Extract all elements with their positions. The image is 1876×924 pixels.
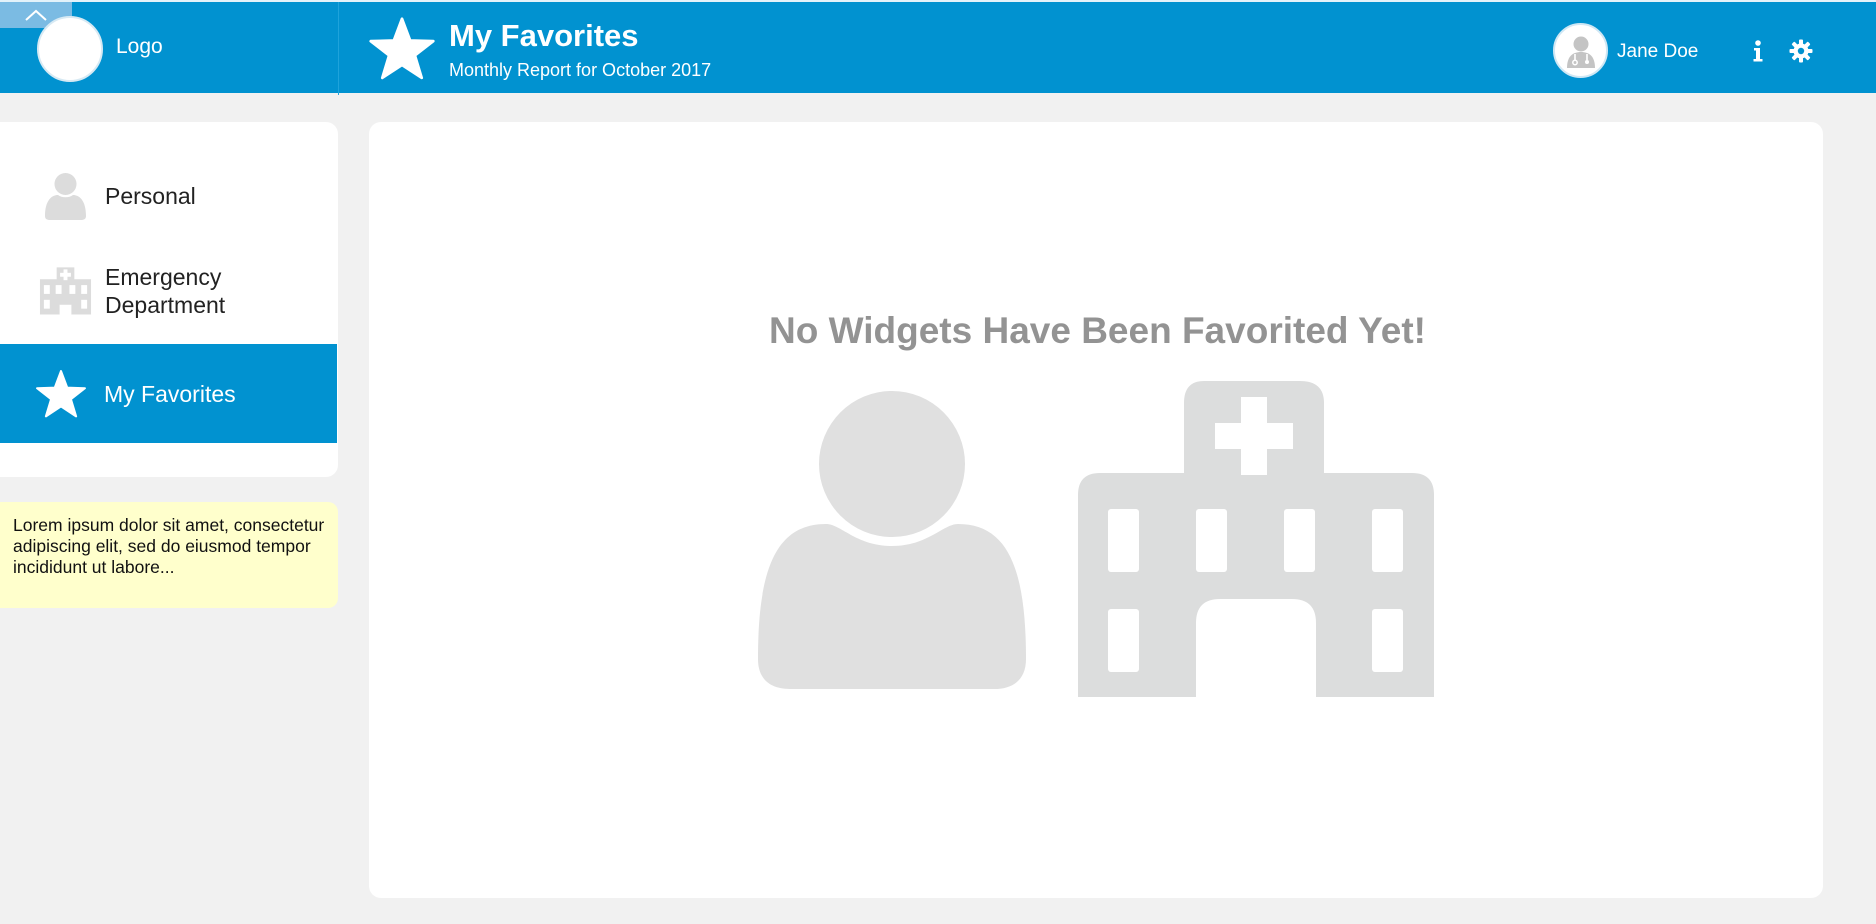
person-icon	[758, 391, 1026, 689]
label-line: Emergency	[105, 264, 222, 290]
hospital-icon	[39, 267, 92, 315]
logo-label: Logo	[116, 35, 163, 58]
info-icon	[1753, 40, 1763, 62]
empty-state-message: No Widgets Have Been Favorited Yet!	[769, 310, 1426, 351]
page-subtitle: Monthly Report for October 2017	[449, 60, 712, 80]
avatar[interactable]	[1553, 23, 1608, 78]
note-panel: Lorem ipsum dolor sit amet, consectetur …	[0, 502, 338, 608]
sidebar-item-label: My Favorites	[104, 381, 236, 407]
sidebar-item-label: Emergency Department	[105, 263, 225, 319]
settings-button[interactable]	[1788, 38, 1814, 64]
chevron-up-icon	[25, 9, 47, 21]
sidebar-item-emergency-department[interactable]: Emergency Department	[0, 247, 337, 331]
person-icon	[45, 173, 86, 220]
top-bar: Logo My Favorites Monthly Report for Oct…	[0, 0, 1876, 95]
main-content: No Widgets Have Been Favorited Yet!	[369, 122, 1823, 898]
sidebar-item-label: Personal	[105, 183, 196, 209]
star-icon	[369, 17, 435, 80]
sidebar: Personal Emergency Department My Favorit…	[0, 122, 338, 477]
divider	[338, 2, 339, 95]
gear-icon	[1789, 39, 1813, 63]
hospital-icon	[1078, 381, 1434, 697]
logo-image	[37, 16, 103, 82]
doctor-avatar-icon	[1566, 36, 1595, 68]
label-line: Department	[105, 292, 226, 318]
star-icon	[36, 370, 86, 418]
page-title: My Favorites	[449, 18, 639, 53]
user-name[interactable]: Jane Doe	[1617, 41, 1698, 63]
sidebar-item-personal[interactable]: Personal	[0, 160, 337, 232]
info-button[interactable]	[1746, 38, 1770, 64]
sidebar-item-my-favorites[interactable]: My Favorites	[0, 344, 337, 443]
